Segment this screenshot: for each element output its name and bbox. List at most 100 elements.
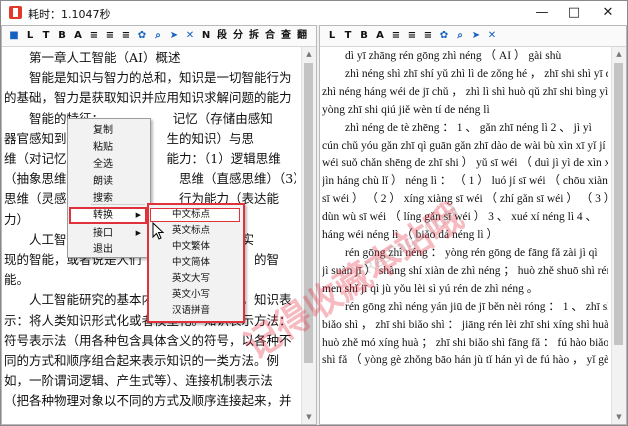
- app-icon: [9, 6, 22, 19]
- window-title: 耗时：1.1047秒: [28, 8, 111, 21]
- align-center-icon[interactable]: ≡: [405, 29, 419, 43]
- submenu-item[interactable]: 中文简体: [150, 256, 240, 270]
- menu-item[interactable]: 退出: [69, 241, 147, 258]
- context-menu: 复制粘贴全选朗读搜索转换 ▶ 接口 ▶ 退出: [67, 118, 151, 258]
- align-justify-icon[interactable]: ≡: [421, 29, 435, 43]
- title-bar: 耗时：1.1047秒 — □ ✕: [1, 1, 627, 25]
- menu-item[interactable]: 转换 ▶: [69, 204, 147, 224]
- menu-item-label: 接口: [93, 228, 113, 239]
- scroll-up-icon[interactable]: ▲: [302, 47, 316, 61]
- toolbar-letter-l-button[interactable]: L: [325, 29, 339, 43]
- menu-item-label: 复制: [93, 125, 113, 136]
- scroll-down-icon[interactable]: ▼: [302, 410, 316, 424]
- menu-item[interactable]: 复制: [69, 122, 147, 139]
- text-line: jìn háng chù lǐ ） néng lì ： （ 1 ） luó jí…: [322, 175, 608, 188]
- text-line: huò zhě mó xíng huà ； zhī shi biǎo shì f…: [322, 336, 608, 349]
- toolbar-split-button[interactable]: 分: [231, 29, 245, 43]
- palette-icon[interactable]: ✿: [135, 29, 149, 43]
- toolbar-merge-button[interactable]: 拆: [247, 29, 261, 43]
- align-left-icon[interactable]: ≡: [87, 29, 101, 43]
- text-line: 如，一阶谓词逻辑、产生式等）、连接机制表示法: [4, 373, 273, 389]
- toolbar-letter-l-button[interactable]: L: [23, 29, 37, 43]
- search-icon[interactable]: ⌕: [151, 29, 165, 43]
- search-icon[interactable]: ⌕: [453, 29, 467, 43]
- menu-item-label: 粘贴: [93, 142, 113, 153]
- menu-item[interactable]: 粘贴: [69, 139, 147, 156]
- submenu-item[interactable]: 英文大写: [150, 272, 240, 286]
- font-a-icon[interactable]: A: [373, 29, 387, 43]
- stop-icon[interactable]: ■: [7, 29, 21, 43]
- submenu-arrow-icon: ▶: [135, 212, 141, 219]
- text-line: 符号表示法（用各种包含具体含义的符号，以各种不: [4, 332, 292, 348]
- text-line: zhì néng de tè zhēng ： 1 、 gǎn zhī néng …: [322, 121, 592, 134]
- clear-icon[interactable]: ✕: [485, 29, 499, 43]
- menu-item[interactable]: 接口 ▶: [69, 225, 147, 242]
- text-line: shì fǎ （ yòng gè zhǒng bāo hán jù tǐ hán…: [322, 354, 608, 367]
- pinyin-scrollbar[interactable]: ▲ ▼: [611, 47, 626, 424]
- minimize-button[interactable]: —: [526, 1, 558, 25]
- text-line: wéi suǒ chǎn shēng de zhī shi ） yǔ sī wé…: [322, 157, 608, 170]
- menu-item-label: 全选: [93, 159, 113, 170]
- send-icon[interactable]: ➤: [167, 29, 181, 43]
- align-center-icon[interactable]: ≡: [103, 29, 117, 43]
- menu-item[interactable]: 全选: [69, 156, 147, 173]
- text-line: 智能是知识与智力的总和，知识是一切智能行为: [4, 70, 292, 86]
- text-line: rén gōng zhì néng yán jiū de jī běn nèi …: [322, 300, 608, 313]
- text-line: men shǐ jī qì jù yǒu lèi sì yú rén de zh…: [322, 282, 539, 295]
- clear-icon[interactable]: ✕: [183, 29, 197, 43]
- text-line: yòng zhī shi qiú jiě wèn tí de néng lì: [322, 103, 490, 116]
- toolbar-letter-t-button[interactable]: T: [39, 29, 53, 43]
- align-left-icon[interactable]: ≡: [389, 29, 403, 43]
- align-justify-icon[interactable]: ≡: [119, 29, 133, 43]
- send-icon[interactable]: ➤: [469, 29, 483, 43]
- text-line: （把各种物理对象以不同的方式及顺序连接起来，并: [4, 393, 292, 409]
- text-line: háng wéi néng lì （ biǎo dá néng lì ）: [322, 229, 498, 242]
- palette-icon[interactable]: ✿: [437, 29, 451, 43]
- menu-item-label: 退出: [93, 244, 113, 255]
- menu-item-label: 搜索: [93, 193, 113, 204]
- submenu-item[interactable]: 中文标点: [150, 208, 240, 222]
- pinyin-toolbar: L T B A ≡ ≡ ≡ ✿ ⌕ ➤ ✕: [320, 26, 626, 47]
- text-line: jì suàn jī ） shàng shí xiàn de zhì néng …: [322, 264, 608, 277]
- menu-item-label: 转换: [93, 210, 113, 221]
- text-line: 同的方式和顺序组合起来表示知识的一类方法。例: [4, 353, 280, 369]
- close-button[interactable]: ✕: [592, 1, 624, 25]
- text-line: zhì néng háng wéi de jī chǔ ， zhì lì shì…: [322, 85, 608, 98]
- toolbar-bold-b-button[interactable]: B: [55, 29, 69, 43]
- text-line: 第一章人工智能（AI）概述: [4, 50, 181, 65]
- source-scrollbar[interactable]: ▲ ▼: [301, 47, 316, 424]
- text-line: cún chǔ yóu gǎn zhī qì guān gǎn zhī dào …: [322, 139, 608, 152]
- menu-item[interactable]: 朗读: [69, 173, 147, 190]
- submenu-item[interactable]: 中文繁体: [150, 240, 240, 254]
- pinyin-text-area[interactable]: dì yī zhāng rén gōng zhì néng （ AI ） gài…: [322, 48, 608, 422]
- scroll-up-icon[interactable]: ▲: [612, 47, 626, 61]
- menu-separator: [91, 204, 145, 205]
- font-a-icon[interactable]: A: [71, 29, 85, 43]
- text-line: dì yī zhāng rén gōng zhì néng （ AI ） gài…: [322, 50, 562, 62]
- pinyin-pane: L T B A ≡ ≡ ≡ ✿ ⌕ ➤ ✕ dì yī zhāng rén gōng zhì nén…: [319, 25, 627, 425]
- submenu-item[interactable]: 汉语拼音: [150, 304, 240, 318]
- text-line: 的基础，智力是获取知识并应用知识求解问题的能力: [4, 90, 292, 106]
- submenu-arrow-icon: ▶: [135, 230, 141, 237]
- text-line: dùn wù sī wéi （ líng gǎn sī wéi ） 3 、 xu…: [322, 211, 598, 224]
- text-line: sī wéi ） （ 2 ） xíng xiàng sī wéi （ zhí g…: [322, 193, 608, 206]
- scroll-down-icon[interactable]: ▼: [612, 410, 626, 424]
- toolbar-letter-n-button[interactable]: N: [199, 29, 213, 43]
- scroll-thumb[interactable]: [304, 63, 313, 363]
- menu-item-label: 朗读: [93, 176, 113, 187]
- maximize-button[interactable]: □: [558, 1, 590, 25]
- toolbar-segment-button[interactable]: 段: [215, 29, 229, 43]
- submenu-item[interactable]: 英文小写: [150, 288, 240, 302]
- source-toolbar: ■ L T B A ≡ ≡ ≡ ✿ ⌕ ➤ ✕ N 段分拆合查翻: [2, 26, 316, 47]
- mouse-cursor-icon: [152, 222, 164, 240]
- toolbar-letter-t-button[interactable]: T: [341, 29, 355, 43]
- toolbar-bold-b-button[interactable]: B: [357, 29, 371, 43]
- convert-submenu: 中文标点 英文标点 中文繁体 中文简体 英文大写 英文小写 汉语拼音: [147, 203, 245, 323]
- toolbar-combine-button[interactable]: 合: [263, 29, 277, 43]
- toolbar-check-button[interactable]: 查: [279, 29, 293, 43]
- toolbar-translate-button[interactable]: 翻: [295, 29, 309, 43]
- text-line: biǎo shì ， zhī shi biǎo shì ： jiāng rén …: [322, 318, 608, 331]
- scroll-thumb[interactable]: [614, 63, 623, 345]
- text-line: zhì néng shì zhī shí yǔ zhì lì de zǒng h…: [322, 67, 608, 80]
- text-line: rén gōng zhì néng ： yòng rén gōng de fān…: [322, 246, 608, 259]
